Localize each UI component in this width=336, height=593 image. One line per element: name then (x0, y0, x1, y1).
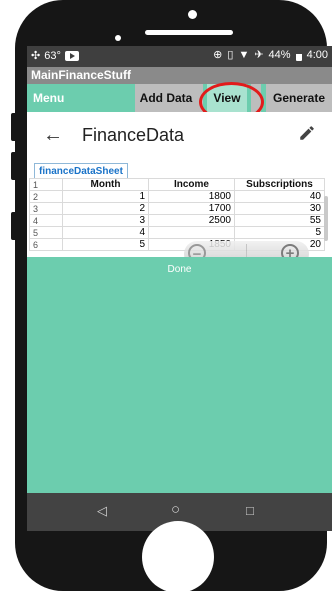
battery-percent: 44% (268, 49, 291, 61)
table-row: 4 3 2500 55 (29, 214, 325, 227)
airplane-icon: ✈ (254, 49, 264, 61)
camera-icon (115, 35, 121, 41)
column-header[interactable]: Month (62, 178, 149, 191)
table-scrollbar[interactable] (324, 196, 328, 241)
table-cell[interactable]: 5 (62, 238, 149, 251)
row-number: 6 (29, 238, 63, 251)
table-cell[interactable]: 30 (234, 202, 325, 215)
table-cell[interactable]: 40 (234, 190, 325, 203)
phone-screen: ✣ 63° ⊕ ▯ ▼ ✈ 44% 4:00 MainFinanceStuff … (27, 46, 332, 531)
front-sensor-icon (188, 10, 197, 19)
done-button[interactable]: Done (27, 264, 332, 275)
nav-recents-icon[interactable]: □ (246, 503, 254, 518)
back-arrow-icon[interactable]: ← (43, 124, 63, 147)
done-panel[interactable]: Done (27, 257, 332, 493)
window-title: MainFinanceStuff (27, 67, 332, 84)
table-cell[interactable]: 1 (62, 190, 149, 203)
table-row: 5 4 5 (29, 226, 325, 239)
table-row: 2 1 1800 40 (29, 190, 325, 203)
table-cell[interactable]: 1700 (148, 202, 235, 215)
table-cell[interactable]: 2 (62, 202, 149, 215)
column-header[interactable]: Subscriptions (234, 178, 325, 191)
table-cell[interactable]: 1800 (148, 190, 235, 203)
row-number: 2 (29, 190, 63, 203)
table-row: 3 2 1700 30 (29, 202, 325, 215)
tab-generate[interactable]: Generate (261, 84, 332, 112)
nav-back-icon[interactable]: ◁ (97, 503, 107, 519)
clock: 4:00 (306, 49, 328, 61)
row-number: 5 (29, 226, 63, 239)
column-header[interactable]: Income (148, 178, 235, 191)
table-cell[interactable]: 2500 (148, 214, 235, 227)
status-bar: ✣ 63° ⊕ ▯ ▼ ✈ 44% 4:00 (27, 46, 332, 67)
physical-home-button[interactable] (142, 521, 214, 593)
side-button (11, 113, 17, 141)
battery-icon (295, 49, 302, 61)
table-cell[interactable]: 4 (62, 226, 149, 239)
row-number: 4 (29, 214, 63, 227)
wifi-icon: ▼ (238, 49, 250, 61)
page-title: FinanceData (82, 125, 185, 145)
speaker-grille (145, 30, 233, 35)
temperature: 63° (44, 50, 61, 62)
row-number: 3 (29, 202, 63, 215)
youtube-icon (64, 51, 79, 61)
tab-menu[interactable]: Menu (27, 84, 135, 112)
vibrate-icon: ▯ (227, 49, 234, 61)
app-bar: ← FinanceData (27, 112, 332, 160)
edit-pencil-icon[interactable] (298, 124, 316, 142)
table-cell[interactable]: 55 (234, 214, 325, 227)
tab-add-data[interactable]: Add Data (135, 84, 197, 112)
row-number: 1 (29, 178, 63, 191)
side-button (11, 212, 17, 240)
tab-bar: Menu Add Data View Generate (27, 84, 332, 112)
alarm-icon: ⊕ (213, 49, 223, 61)
table-cell[interactable] (148, 226, 235, 239)
side-button (11, 152, 17, 180)
table-cell[interactable]: 5 (234, 226, 325, 239)
sheet-tab[interactable]: financeDataSheet (34, 163, 128, 179)
nav-home-icon[interactable]: ○ (171, 501, 180, 518)
weather-icon: ✣ (31, 50, 41, 62)
table-header-row: 1 Month Income Subscriptions (29, 178, 325, 191)
table-cell[interactable]: 3 (62, 214, 149, 227)
